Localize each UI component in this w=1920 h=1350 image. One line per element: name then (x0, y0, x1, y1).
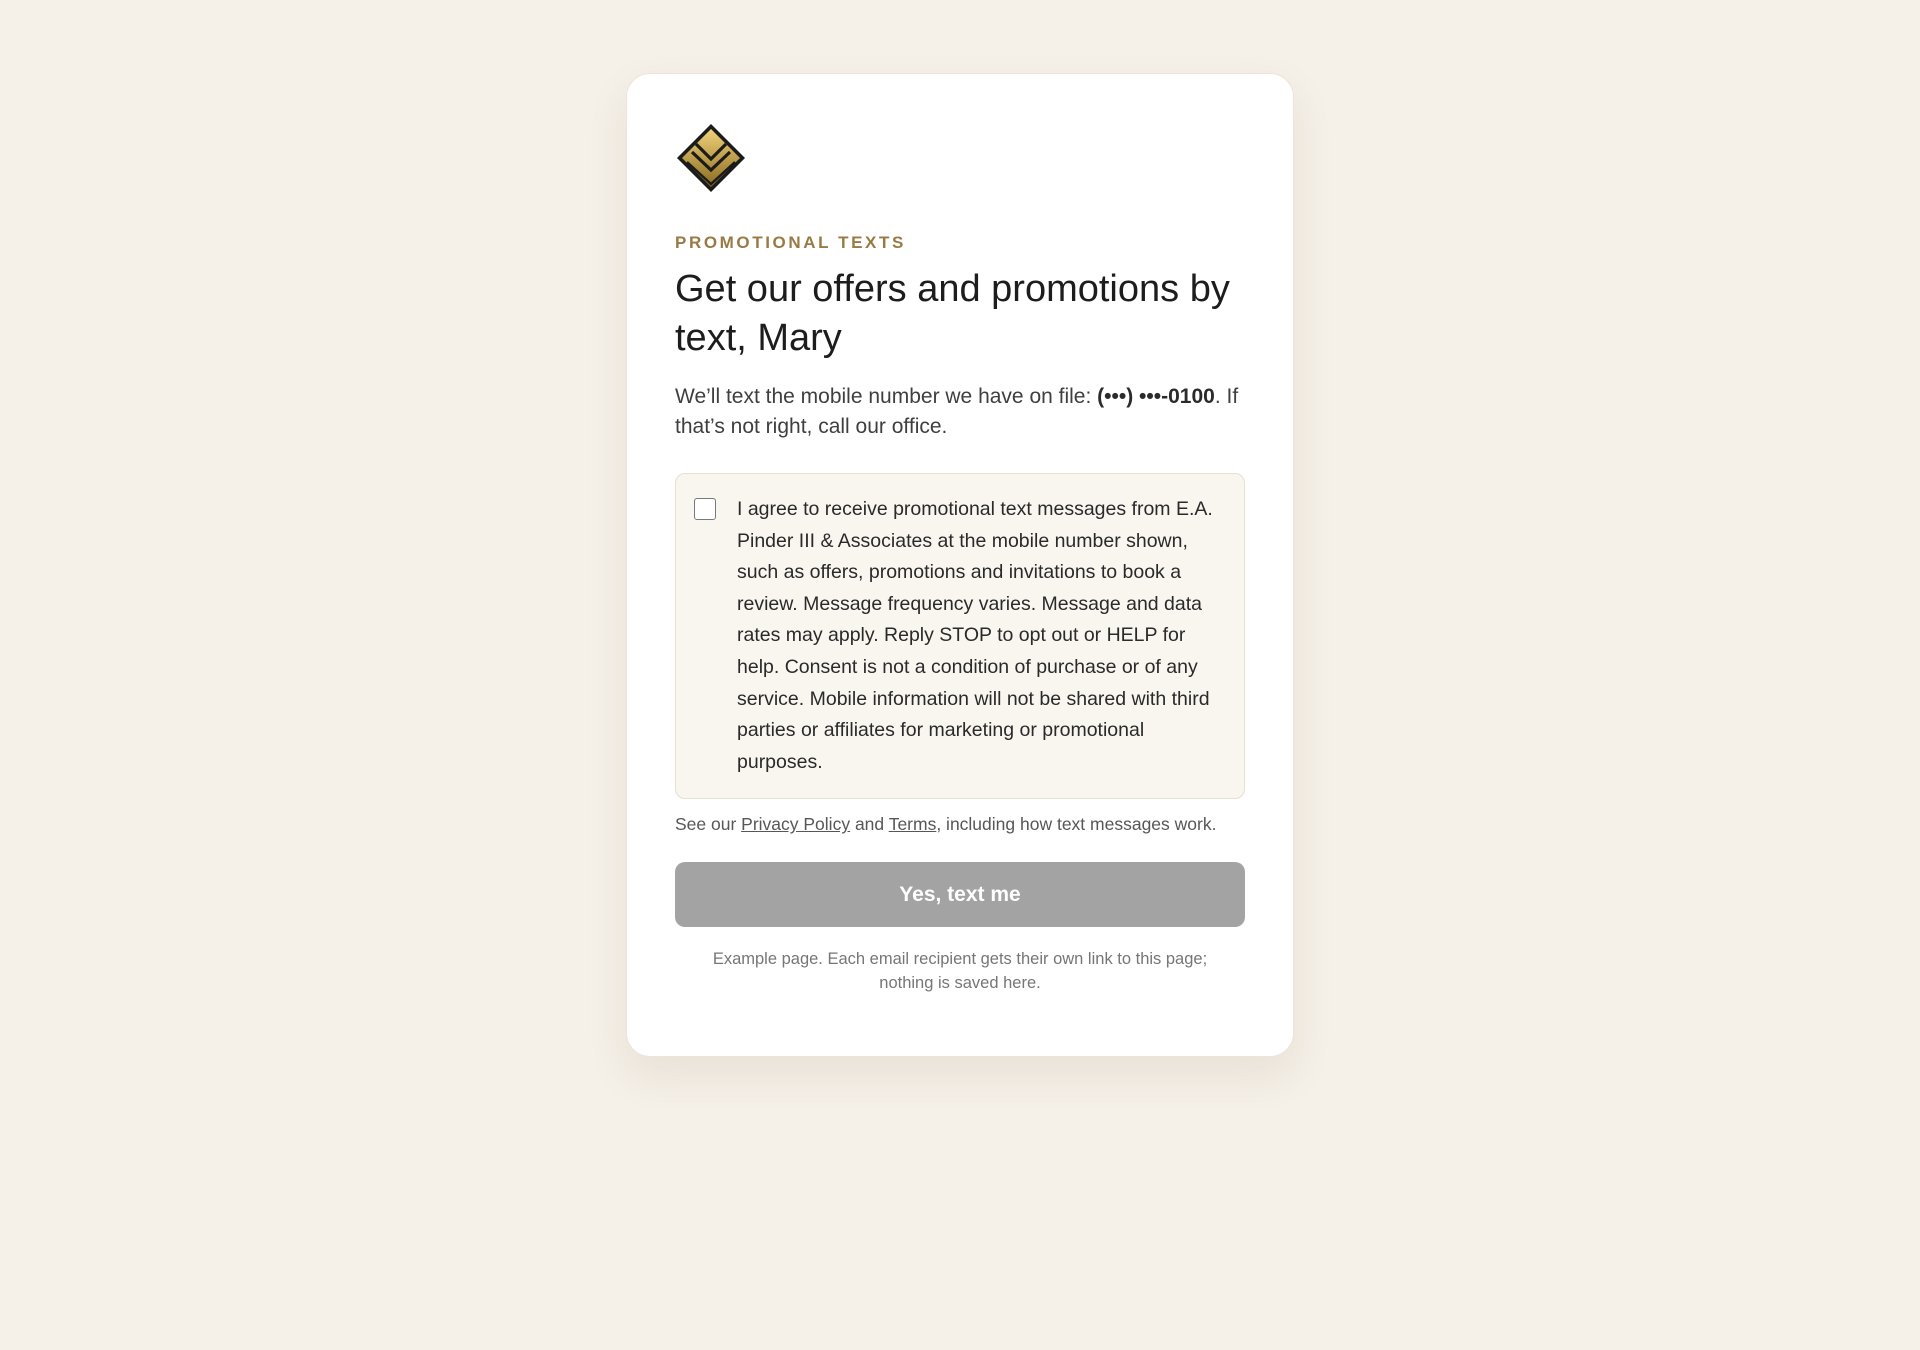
privacy-policy-link[interactable]: Privacy Policy (741, 814, 850, 834)
yes-text-me-button[interactable]: Yes, text me (675, 862, 1245, 928)
eyebrow-label: PROMOTIONAL TEXTS (675, 233, 906, 252)
consent-box[interactable]: I agree to receive promotional text mess… (675, 473, 1245, 800)
page-title: Get our offers and promotions by text, M… (675, 268, 1230, 359)
example-page-footnote: Example page. Each email recipient gets … (712, 950, 1208, 993)
masked-phone-number: (•••) •••-0100 (1097, 385, 1215, 408)
terms-link[interactable]: Terms (889, 814, 937, 834)
diamond-logo-icon (677, 124, 745, 192)
consent-text[interactable]: I agree to receive promotional text mess… (737, 494, 1220, 778)
consent-card: PROMOTIONAL TEXTS Get our offers and pro… (626, 73, 1294, 1057)
intro-prefix: We’ll text the mobile number we have on … (675, 385, 1098, 408)
legal-prefix: See our (675, 814, 742, 835)
intro-text: We’ll text the mobile number we have on … (675, 382, 1245, 442)
legal-middle: and (850, 814, 889, 835)
legal-suffix: , including how text messages work. (936, 814, 1217, 835)
consent-checkbox[interactable] (694, 498, 716, 520)
legal-links-text: See our Privacy Policy and Terms, includ… (675, 812, 1245, 836)
